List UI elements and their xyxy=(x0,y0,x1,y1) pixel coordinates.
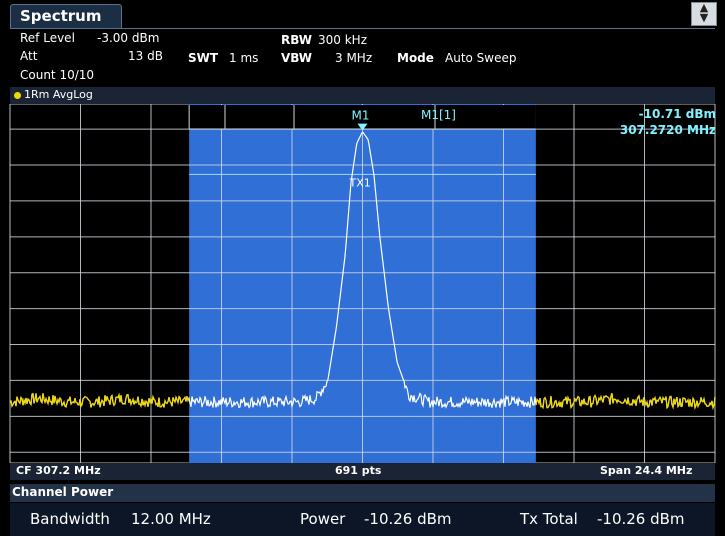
trace-indicator-icon xyxy=(14,92,21,99)
marker-level-value: -10.71 dBm xyxy=(639,107,716,121)
marker-readout-label: M1[1] xyxy=(421,108,456,122)
channel-power-header: Channel Power xyxy=(10,484,715,502)
expand-arrows-icon[interactable]: ▲ ▼ xyxy=(691,2,717,26)
ref-level-value: -3.00 dBm xyxy=(97,31,160,45)
trace-info-bar: 1Rm AvgLog xyxy=(10,87,715,104)
sweep-points: 691 pts xyxy=(335,464,382,477)
frequency-span: Span 24.4 MHz xyxy=(600,464,693,477)
swt-label: SWT xyxy=(188,51,219,65)
mode-value: Auto Sweep xyxy=(445,51,517,65)
swt-value: 1 ms xyxy=(229,51,259,65)
marker-m1-label: M1 xyxy=(352,109,370,123)
spectrum-plot[interactable]: -10 dBm-20 dBm-30 dBm-40 dBm-50 dBm-60 d… xyxy=(0,104,725,463)
bandwidth-label: Bandwidth xyxy=(30,510,110,528)
center-frequency: CF 307.2 MHz xyxy=(16,464,101,477)
ref-level-label: Ref Level xyxy=(20,31,75,45)
bandwidth-value: 12.00 MHz xyxy=(131,510,211,528)
mode-label: Mode xyxy=(397,51,434,65)
att-label: Att xyxy=(20,49,38,63)
power-label: Power xyxy=(300,510,346,528)
sweep-count: Count 10/10 xyxy=(20,68,95,82)
channel-power-results: Bandwidth 12.00 MHz Power -10.26 dBm Tx … xyxy=(10,503,715,536)
channel-power-title: Channel Power xyxy=(12,485,114,499)
spectrum-tab-label: Spectrum xyxy=(20,7,102,25)
rbw-label: RBW xyxy=(281,33,312,47)
tab-divider xyxy=(10,28,715,29)
rbw-value: 300 kHz xyxy=(318,33,367,47)
tx-total-label: Tx Total xyxy=(520,510,578,528)
vbw-label: VBW xyxy=(281,51,313,65)
analyzer-screen: Spectrum ▲ ▼ Ref Level -3.00 dBm Att 13 d… xyxy=(0,0,725,536)
att-value: 13 dB xyxy=(128,49,163,63)
power-value: -10.26 dBm xyxy=(364,510,452,528)
tx1-channel-label: TX1 xyxy=(349,176,371,189)
tx-total-value: -10.26 dBm xyxy=(597,510,685,528)
spectrum-tab[interactable]: Spectrum xyxy=(10,4,122,29)
frequency-footer: CF 307.2 MHz 691 pts Span 24.4 MHz xyxy=(10,463,715,480)
vbw-value: 3 MHz xyxy=(335,51,373,65)
trace-label: 1Rm AvgLog xyxy=(24,88,93,101)
marker-frequency-value: 307.2720 MHz xyxy=(620,123,716,137)
